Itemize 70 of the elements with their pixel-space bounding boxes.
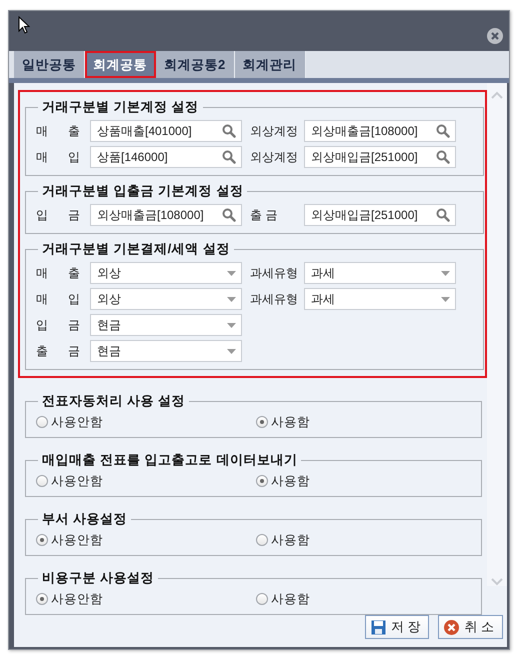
radio-button[interactable] [256,534,268,546]
field-label: 출 금 [36,342,80,360]
radio-button[interactable] [256,475,268,487]
search-icon[interactable] [436,124,450,138]
cancel-icon [444,620,460,634]
radio-option[interactable]: 사용함 [256,414,456,430]
save-button[interactable]: 저 장 [364,615,430,639]
tab[interactable]: 일반공통 [14,51,85,78]
field-label: 출 금 [250,206,278,224]
lookup-field[interactable]: 상품[146000] [90,146,242,168]
tab[interactable]: 회계관리 [234,51,306,78]
dropdown[interactable]: 과세 [304,262,456,284]
caret-icon[interactable] [441,296,450,302]
search-icon[interactable] [222,150,236,164]
radio-option[interactable]: 사용안함 [36,532,256,548]
caret-icon[interactable] [227,322,236,328]
radio-button[interactable] [36,475,48,487]
field-label: 매 출 [36,264,80,282]
search-icon[interactable] [222,124,236,138]
group-title: 부서 사용설정 [42,511,128,526]
lookup-field[interactable]: 외상매입금[251000] [304,204,456,226]
caret-icon[interactable] [227,348,236,354]
group-title: 비용구분 사용설정 [42,570,154,585]
lookup-field[interactable]: 외상매입금[251000] [304,146,456,168]
search-icon[interactable] [436,150,450,164]
caret-icon[interactable] [441,270,450,276]
caret-icon[interactable] [227,296,236,302]
radio-option[interactable]: 사용함 [256,472,456,490]
field-label: 매 출 [36,122,80,140]
tab[interactable]: 회계공통 [85,51,156,78]
lookup-field[interactable]: 외상매출금[108000] [90,204,242,226]
dropdown[interactable]: 현금 [90,340,242,362]
close-icon[interactable] [487,28,503,44]
lookup-field[interactable]: 상품매출[401000] [90,120,242,142]
group-title: 거래구분별 기본계정 설정 [42,99,199,114]
radio-option[interactable]: 사용안함 [36,414,256,430]
field-label: 과세유형 [250,290,299,308]
field-label: 입 금 [36,206,80,224]
field-label: 과세유형 [250,264,299,282]
cursor-icon [18,16,30,34]
search-icon[interactable] [222,208,236,222]
dropdown[interactable]: 외상 [90,262,242,284]
dropdown[interactable]: 외상 [90,288,242,310]
dropdown[interactable]: 과세 [304,288,456,310]
group-title: 전표자동처리 사용 설정 [42,393,186,408]
radio-option[interactable]: 사용함 [256,532,456,548]
field-label: 입 금 [36,316,80,334]
field-label: 외상계정 [250,122,299,140]
scroll-up-icon[interactable] [491,91,503,99]
cancel-button[interactable]: 취 소 [438,615,503,639]
radio-button[interactable] [36,593,48,605]
radio-button[interactable] [36,534,48,546]
field-label: 매 입 [36,148,80,166]
radio-button[interactable] [256,416,268,428]
field-label: 매 입 [36,290,80,308]
search-icon[interactable] [436,208,450,222]
caret-icon[interactable] [227,270,236,276]
field-label: 외상계정 [250,148,299,166]
radio-button[interactable] [256,593,268,605]
group-title: 거래구분별 입출금 기본계정 설정 [42,183,244,198]
scroll-down-icon[interactable] [491,578,503,586]
radio-option[interactable]: 사용안함 [36,472,256,490]
radio-option[interactable]: 사용함 [256,590,456,608]
radio-button[interactable] [36,416,48,428]
group-title: 매입매출 전표를 입고출고로 데이터보내기 [42,452,298,467]
lookup-field[interactable]: 외상매출금[108000] [304,120,456,142]
tab[interactable]: 회계공통2 [156,51,235,78]
group-title: 거래구분별 기본결제/세액 설정 [42,241,230,256]
radio-option[interactable]: 사용안함 [36,590,256,608]
dropdown[interactable]: 현금 [90,314,242,336]
